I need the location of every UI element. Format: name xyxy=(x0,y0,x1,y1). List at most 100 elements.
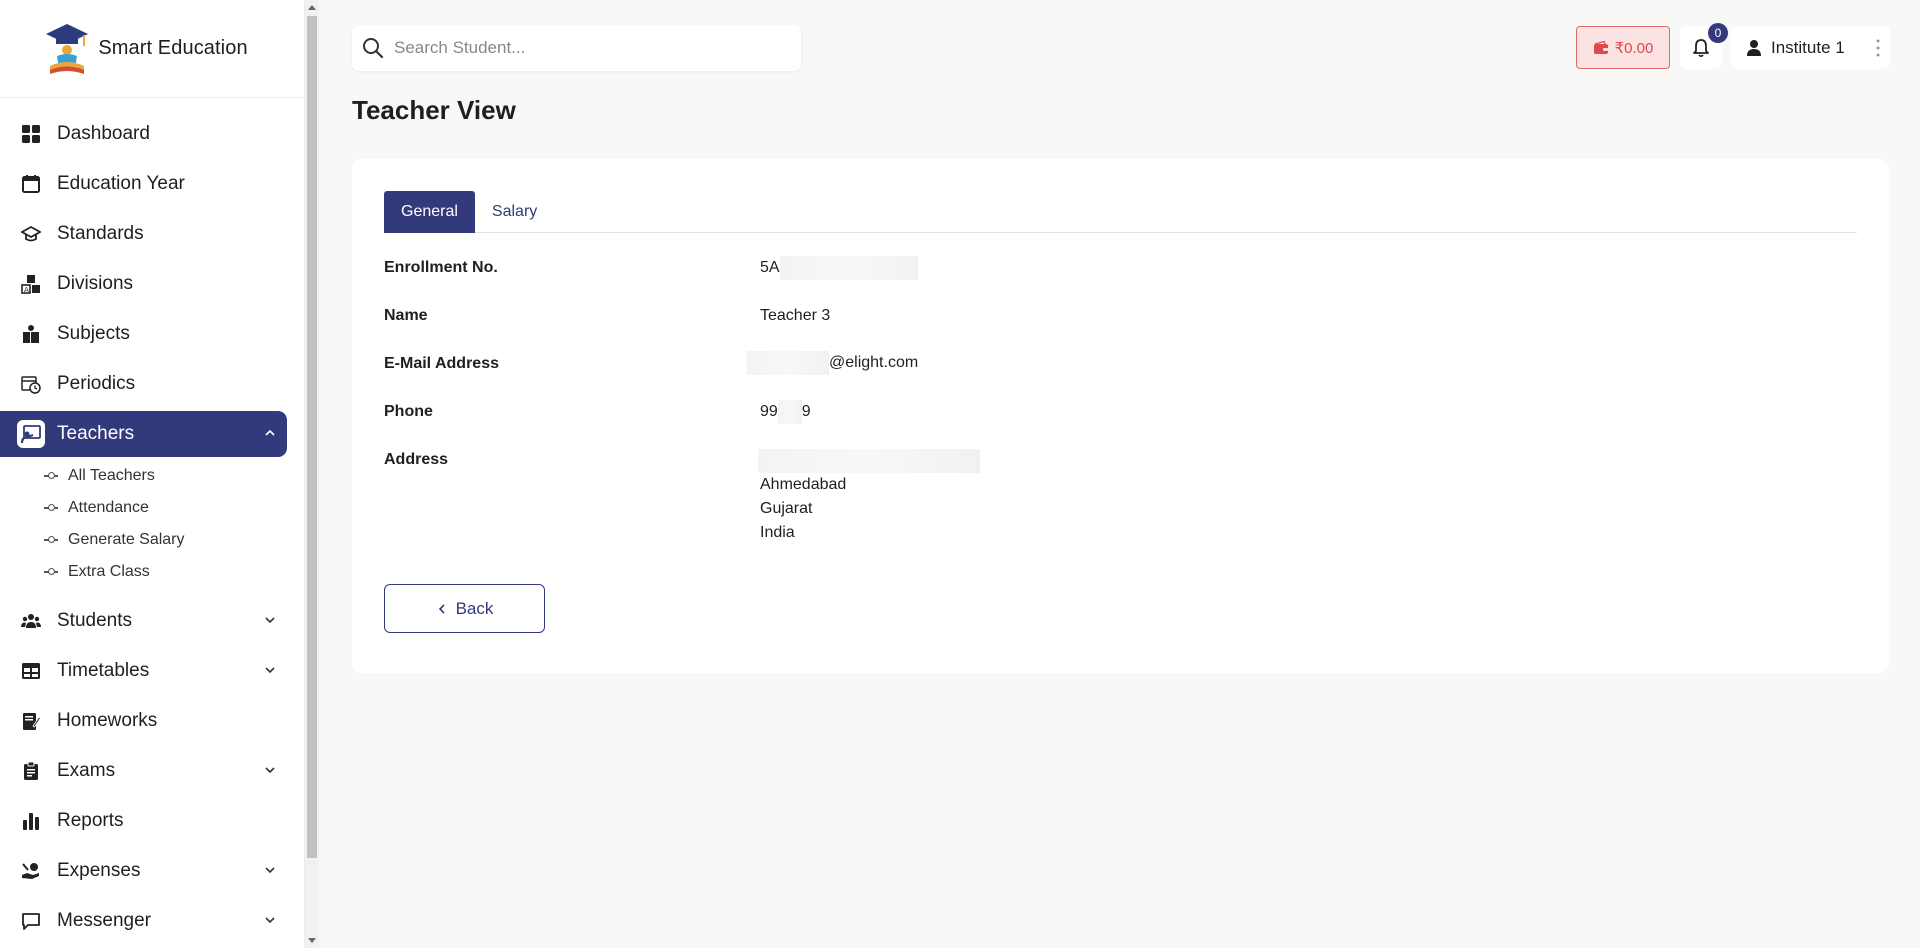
phone-suffix: 9 xyxy=(801,403,811,421)
back-button-label: Back xyxy=(455,598,494,618)
sidebar-item-dashboard[interactable]: Dashboard xyxy=(0,111,287,157)
bullet-icon xyxy=(44,504,58,512)
page-title: Teacher View xyxy=(352,95,516,125)
email-text: @elight.com xyxy=(829,354,919,372)
sidebar-item-timetables[interactable]: Timetables xyxy=(0,648,287,694)
table-icon xyxy=(17,657,45,685)
email-label: E-Mail Address xyxy=(384,355,499,372)
address-value: Ahmedabad Gujarat India xyxy=(758,449,980,545)
redacted-block xyxy=(777,400,802,424)
teachers-submenu: All Teachers Attendance Generate Salary … xyxy=(0,460,304,588)
redacted-block xyxy=(758,449,980,473)
search-icon xyxy=(363,38,384,59)
svg-text:A: A xyxy=(24,286,29,294)
address-country: India xyxy=(760,524,795,542)
scrollbar-thumb[interactable] xyxy=(307,16,317,858)
name-label: Name xyxy=(384,307,428,324)
sidebar-item-label: Education Year xyxy=(57,173,185,194)
chevron-down-icon xyxy=(265,867,275,874)
wallet-balance-button[interactable]: ₹0.00 xyxy=(1576,26,1670,69)
tab-salary[interactable]: Salary xyxy=(475,191,554,233)
teacher-board-icon xyxy=(17,420,45,448)
teacher-detail-card: General Salary Enrollment No. 5A Name Te… xyxy=(352,159,1889,673)
users-icon xyxy=(17,607,45,635)
notification-count-badge: 0 xyxy=(1708,23,1728,43)
sidebar-item-divisions[interactable]: A Divisions xyxy=(0,261,287,307)
user-icon xyxy=(1747,39,1761,56)
tab-general[interactable]: General xyxy=(384,191,475,233)
bell-icon xyxy=(1693,38,1709,57)
sidebar-item-education-year[interactable]: Education Year xyxy=(0,161,287,207)
more-vertical-icon[interactable] xyxy=(1876,39,1880,57)
sidebar-item-label: Divisions xyxy=(57,273,134,294)
money-hand-icon xyxy=(17,857,45,885)
sub-item-generate-salary[interactable]: Generate Salary xyxy=(0,524,304,556)
email-value: @elight.com xyxy=(747,351,918,375)
sub-item-attendance[interactable]: Attendance xyxy=(0,492,304,524)
message-icon xyxy=(17,907,45,935)
sidebar-item-students[interactable]: Students xyxy=(0,598,287,644)
bar-chart-icon xyxy=(17,807,45,835)
sidebar-item-label: Reports xyxy=(57,810,124,831)
search-bar[interactable] xyxy=(352,25,801,71)
sidebar-item-label: Teachers xyxy=(57,423,135,444)
dashboard-icon xyxy=(17,120,45,148)
chevron-down-icon xyxy=(265,667,275,674)
sub-item-label: All Teachers xyxy=(68,467,155,484)
chevron-down-icon xyxy=(265,917,275,924)
sidebar-item-standards[interactable]: Standards xyxy=(0,211,287,257)
sub-item-extra-class[interactable]: Extra Class xyxy=(0,556,304,588)
homework-icon xyxy=(17,707,45,735)
sidebar-item-expenses[interactable]: Expenses xyxy=(0,848,287,894)
user-menu[interactable]: Institute 1 xyxy=(1731,26,1890,69)
notifications-button[interactable]: 0 xyxy=(1680,23,1728,69)
sidebar-item-label: Dashboard xyxy=(57,123,150,144)
name-value: Teacher 3 xyxy=(760,307,831,324)
sidebar-item-messenger[interactable]: Messenger xyxy=(0,898,287,944)
redacted-block xyxy=(779,256,918,280)
sidebar-item-subjects[interactable]: Subjects xyxy=(0,311,287,357)
sidebar-item-label: Expenses xyxy=(57,860,141,881)
abc-blocks-icon: A xyxy=(17,270,45,298)
address-label: Address xyxy=(384,451,449,468)
scroll-down-arrow-icon[interactable] xyxy=(308,938,316,943)
chevron-down-icon xyxy=(265,767,275,774)
sidebar-item-homeworks[interactable]: Homeworks xyxy=(0,698,287,744)
sub-item-all-teachers[interactable]: All Teachers xyxy=(0,460,304,492)
sidebar-item-label: Exams xyxy=(57,760,116,781)
chevron-up-icon xyxy=(265,429,275,436)
redacted-block xyxy=(747,351,829,375)
brand[interactable]: Smart Education xyxy=(0,0,304,98)
phone-label: Phone xyxy=(384,403,433,420)
calendar-clock-icon xyxy=(17,370,45,398)
graduation-cap-icon xyxy=(17,220,45,248)
logo-icon xyxy=(46,23,89,74)
scroll-up-arrow-icon[interactable] xyxy=(308,5,316,10)
sidebar-item-label: Timetables xyxy=(57,660,150,681)
bullet-icon xyxy=(44,536,58,544)
sidebar-item-exams[interactable]: Exams xyxy=(0,748,287,794)
sidebar-item-teachers[interactable]: Teachers xyxy=(0,411,287,457)
books-icon xyxy=(17,320,45,348)
sidebar-item-periodics[interactable]: Periodics xyxy=(0,361,287,407)
sidebar-scrollbar[interactable] xyxy=(305,0,319,948)
sidebar-item-reports[interactable]: Reports xyxy=(0,798,287,844)
address-city: Ahmedabad xyxy=(760,476,847,494)
back-button[interactable]: Back xyxy=(384,584,545,633)
sidebar-item-label: Periodics xyxy=(57,373,136,394)
search-input[interactable] xyxy=(394,38,784,58)
wallet-amount: ₹0.00 xyxy=(1614,39,1654,57)
tab-bar: General Salary xyxy=(384,191,1857,233)
sidebar: Smart Education Dashboard Education Year… xyxy=(0,0,305,948)
address-state: Gujarat xyxy=(760,500,813,518)
phone-prefix: 99 xyxy=(760,403,778,421)
chevron-left-icon xyxy=(438,603,445,614)
sub-item-label: Generate Salary xyxy=(68,531,185,548)
enrollment-value: 5A xyxy=(760,256,918,280)
wallet-icon xyxy=(1593,40,1608,54)
clipboard-icon xyxy=(17,757,45,785)
sub-item-label: Extra Class xyxy=(68,563,150,580)
sidebar-item-label: Standards xyxy=(57,223,144,244)
bullet-icon xyxy=(44,568,58,576)
sidebar-item-label: Homeworks xyxy=(57,710,158,731)
